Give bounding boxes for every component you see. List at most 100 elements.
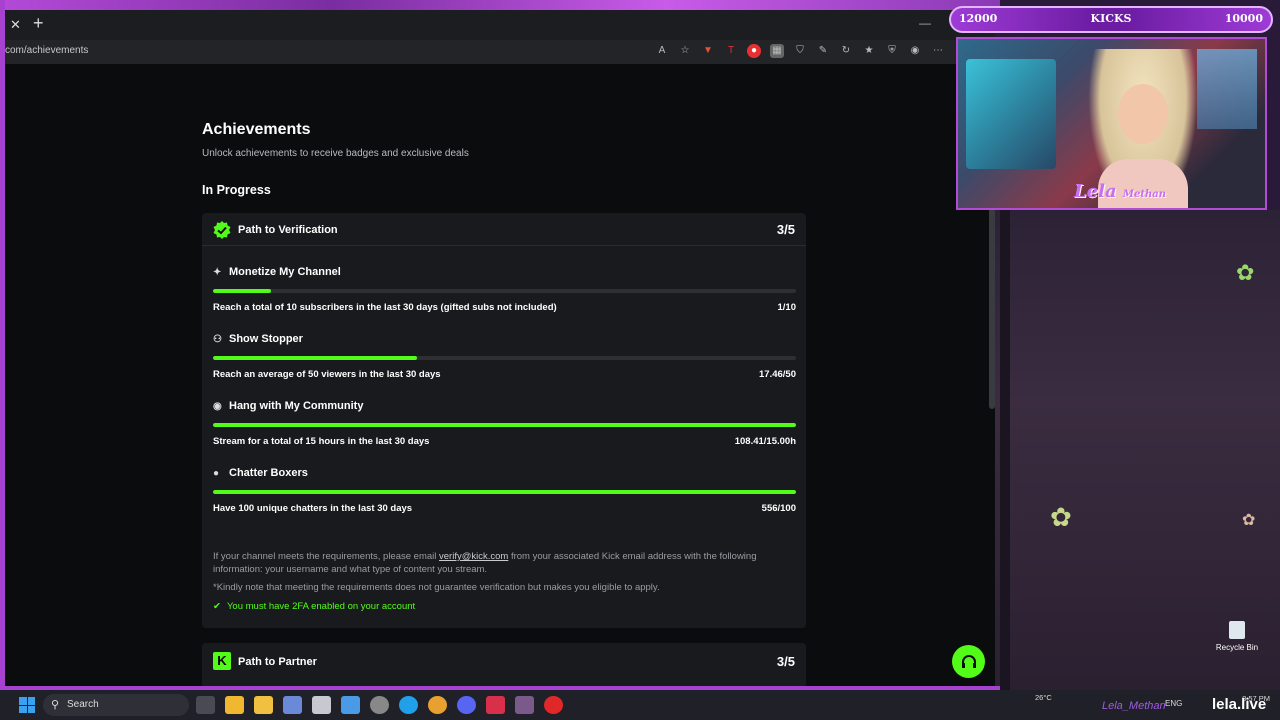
achievement-description: Stream for a total of 15 hours in the la…: [213, 436, 430, 447]
goal-bar: 12000 KICKS 10000: [949, 6, 1273, 33]
extension-icon[interactable]: T: [724, 44, 738, 58]
achievement-description: Reach a total of 10 subscribers in the l…: [213, 302, 557, 313]
windows-start-icon[interactable]: [19, 697, 35, 713]
recycle-bin-icon: [1229, 621, 1245, 639]
pen-icon[interactable]: ✎: [816, 44, 830, 58]
address-bar[interactable]: com/achievements A ☆ ▼ T ● ▦ ⛉ ✎ ↻ ★ ⛨ ◉…: [5, 40, 995, 64]
streamer-logo-name: Lela: [1074, 181, 1117, 202]
favorite-icon[interactable]: ☆: [678, 44, 692, 58]
edge-icon[interactable]: [399, 696, 418, 714]
verified-badge-icon: [213, 221, 231, 239]
page-subtitle: Unlock achievements to receive badges an…: [202, 148, 469, 159]
overlay-brand: lela.live: [1212, 696, 1267, 713]
headset-icon: [961, 654, 976, 668]
flower-decoration: ✿: [1236, 260, 1255, 285]
sparkle-icon: ✦: [213, 266, 222, 278]
achievement-value: 17.46/50: [759, 369, 796, 380]
achievement-value: 108.41/15.00h: [734, 436, 796, 447]
minimize-icon[interactable]: —: [919, 16, 931, 30]
extension-toolbar: A ☆ ▼ T ● ▦ ⛉ ✎ ↻ ★ ⛨ ◉ ⋯: [655, 44, 945, 58]
progress-fill: [213, 289, 272, 293]
achievement-description: Have 100 unique chatters in the last 30 …: [213, 503, 413, 514]
youtube-icon[interactable]: [544, 696, 563, 714]
app-icon[interactable]: [486, 696, 505, 714]
app-icon[interactable]: [312, 696, 331, 714]
app-icon[interactable]: [283, 696, 302, 714]
progress-bar: [213, 490, 796, 494]
webcam-feed: Lela Methan: [956, 37, 1267, 210]
section-title: In Progress: [202, 183, 271, 197]
goal-target: 10000: [1224, 12, 1263, 25]
refresh-icon[interactable]: ↻: [839, 44, 853, 58]
language-indicator[interactable]: ENG: [1165, 699, 1182, 708]
weather-temp: 26°C: [1035, 693, 1052, 702]
note-text: If your channel meets the requirements, …: [213, 551, 440, 562]
read-aloud-icon[interactable]: A: [655, 44, 669, 58]
partner-card[interactable]: K Path to Partner 3/5: [202, 643, 806, 686]
store-icon[interactable]: [341, 696, 360, 714]
url-text[interactable]: com/achievements: [5, 45, 88, 56]
progress-fill: [213, 423, 796, 427]
pc-case: [1000, 210, 1010, 690]
card-header[interactable]: Path to Verification 3/5: [202, 213, 806, 246]
file-explorer-icon[interactable]: [225, 696, 244, 714]
close-icon[interactable]: ✕: [10, 17, 21, 33]
browser-essentials-icon[interactable]: ⛨: [885, 44, 899, 58]
flower-decoration: ✿: [1050, 502, 1072, 532]
extension-icon[interactable]: ▼: [701, 44, 715, 58]
page-title: Achievements: [202, 121, 311, 138]
progress-bar: [213, 289, 796, 293]
browser-window: ✕ + — com/achievements A ☆ ▼ T ● ▦ ⛉ ✎ ↻…: [5, 10, 995, 686]
card-title: Path to Partner: [238, 656, 317, 668]
card-title: Path to Verification: [238, 224, 338, 236]
progress-bar: [213, 356, 796, 360]
achievement-value: 556/100: [761, 503, 796, 514]
progress-fill: [213, 490, 796, 494]
achievements-page: Achievements Unlock achievements to rece…: [5, 64, 995, 686]
achievement-title-text: Hang with My Community: [229, 400, 364, 412]
recycle-bin[interactable]: Recycle Bin: [1215, 621, 1259, 652]
verification-note: If your channel meets the requirements, …: [213, 550, 796, 576]
flower-decoration: ✿: [1242, 512, 1256, 529]
search-icon: ⚲: [51, 699, 60, 711]
app-icon[interactable]: [254, 696, 273, 714]
card-count: 3/5: [776, 654, 795, 669]
discord-icon[interactable]: [457, 696, 476, 714]
requirement-text: You must have 2FA enabled on your accoun…: [226, 601, 416, 612]
overlay-border-top: [0, 0, 1000, 10]
profile-icon[interactable]: ◉: [908, 44, 922, 58]
help-button[interactable]: [952, 645, 985, 678]
broadcast-icon: ◉: [213, 400, 222, 412]
search-label: Search: [67, 699, 99, 710]
goal-label: KICKS: [1090, 12, 1132, 25]
streamer-logo-surname: Methan: [1122, 189, 1166, 200]
achievement-title-text: Chatter Boxers: [229, 467, 308, 479]
overlay-username: Lela_Methan: [1102, 700, 1166, 712]
email-link[interactable]: verify@kick.com: [439, 551, 508, 562]
collections-icon[interactable]: ★: [862, 44, 876, 58]
weather-widget[interactable]: 26°C: [1035, 693, 1052, 703]
menu-dots-icon[interactable]: ⋯: [931, 44, 945, 58]
background-monitor: [966, 59, 1056, 169]
requirement: ✔ You must have 2FA enabled on your acco…: [213, 601, 415, 612]
taskbar-search[interactable]: ⚲ Search: [43, 694, 189, 716]
achievement-title: ✦ Monetize My Channel: [213, 266, 341, 278]
tab-bar: ✕ + —: [5, 10, 995, 40]
achievement-title-text: Show Stopper: [229, 333, 303, 345]
app-icon[interactable]: [515, 696, 534, 714]
progress-fill: [213, 356, 418, 360]
verification-card: Path to Verification 3/5 ✦ Monetize My C…: [202, 213, 806, 628]
streamer-logo: Lela Methan: [1074, 181, 1166, 202]
new-tab-icon[interactable]: +: [33, 13, 44, 34]
check-icon: ✔: [213, 601, 221, 612]
obs-icon[interactable]: [370, 696, 389, 714]
task-view-icon[interactable]: [196, 696, 215, 714]
users-icon: ⚇: [213, 333, 222, 345]
disclaimer: *Kindly note that meeting the requiremen…: [213, 582, 660, 593]
achievement-title-text: Monetize My Channel: [229, 266, 341, 278]
extension-icon[interactable]: ▦: [770, 44, 784, 58]
extension-icon[interactable]: ●: [747, 44, 761, 58]
shield-icon[interactable]: ⛉: [793, 44, 807, 58]
chrome-icon[interactable]: [428, 696, 447, 714]
background-shelf: [1197, 49, 1257, 129]
